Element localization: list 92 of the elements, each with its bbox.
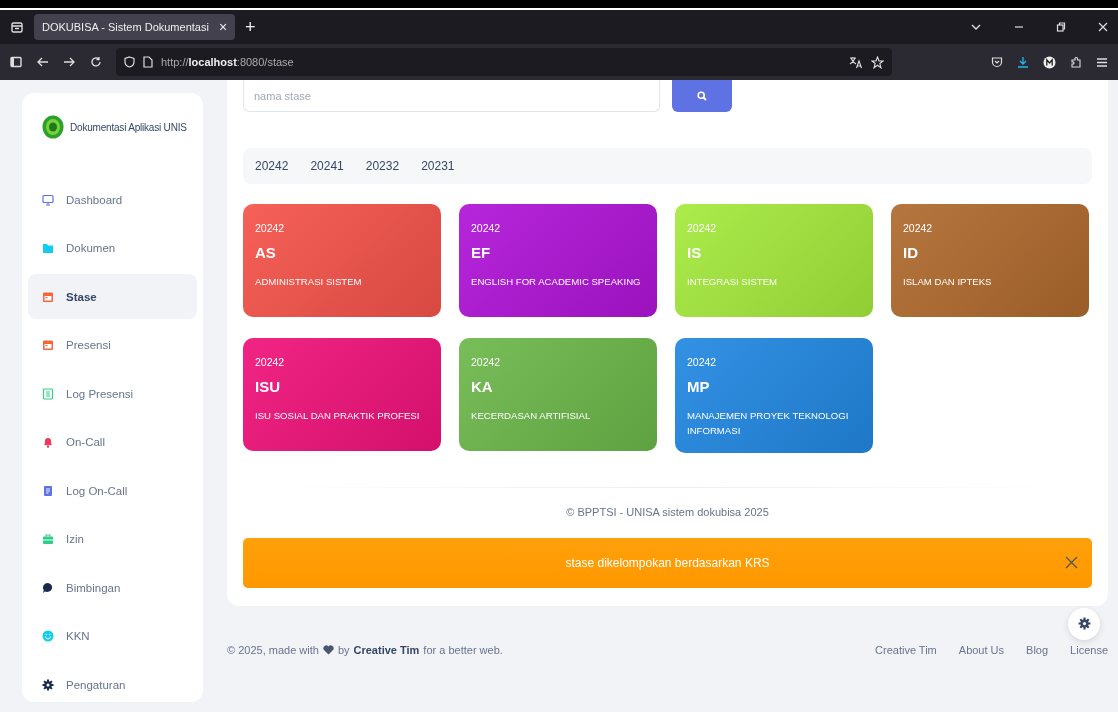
card-code: ID: [903, 244, 919, 261]
sidebar-item[interactable]: On-Call: [28, 419, 197, 465]
card-period: 20242: [255, 356, 286, 368]
logo-icon: [42, 115, 64, 139]
page-icon: [143, 56, 153, 68]
sidebar-item[interactable]: Pengaturan: [28, 662, 197, 702]
sidebar-item[interactable]: KKN: [28, 613, 197, 659]
card-course-name: KECERDASAN ARTIFISIAL: [471, 409, 592, 423]
pocket-icon[interactable]: [991, 56, 1003, 68]
period-tab[interactable]: 20241: [310, 159, 344, 173]
download-icon[interactable]: [1017, 56, 1029, 68]
tab-title: DOKUBISA - Sistem Dokumentasi: [42, 21, 209, 33]
note-icon: [42, 387, 54, 400]
card-code: KA: [471, 378, 494, 395]
translate-icon[interactable]: [849, 55, 863, 69]
alert-message: stase dikelompokan berdasarkan KRS: [565, 555, 770, 570]
calendar-icon: [42, 290, 54, 303]
course-card[interactable]: 20242 KA KECERDASAN ARTIFISIAL: [459, 338, 657, 451]
chat-bubble-icon: [42, 581, 54, 594]
course-card[interactable]: 20242 ISU ISU SOSIAL DAN PRAKTIK PROFESI: [243, 338, 441, 451]
card-course-name: ADMINISTRASI SISTEM: [255, 275, 363, 289]
course-card[interactable]: 20242 ID ISLAM DAN IPTEKS: [891, 204, 1089, 317]
heart-icon: [322, 644, 334, 655]
copyright-text: © BPPTSI - UNISA sistem dokubisa 2025: [565, 505, 770, 518]
footer-link[interactable]: Blog: [1026, 643, 1049, 656]
forward-arrow-icon[interactable]: [63, 56, 76, 68]
card-code: AS: [255, 244, 277, 261]
card-code: IS: [687, 244, 703, 261]
back-arrow-icon[interactable]: [36, 56, 49, 68]
card-period: 20242: [471, 222, 502, 234]
course-card[interactable]: 20242 MP MANAJEMEN PROYEK TEKNOLOGI INFORMASI: [675, 338, 873, 453]
sidebar-item[interactable]: Dashboard: [28, 177, 197, 222]
card-period: 20242: [687, 222, 718, 234]
card-course-name: MANAJEMEN PROYEK TEKNOLOGI INFORMASI: [687, 409, 850, 438]
settings-icon: [1077, 617, 1091, 631]
card-code: MP: [687, 378, 711, 395]
address-bar[interactable]: http://localhost:8080/stase: [116, 48, 892, 76]
sidebar-toggle-icon[interactable]: [10, 56, 22, 68]
sidebar-item[interactable]: Bimbingan: [28, 565, 197, 610]
period-tab[interactable]: 20242: [255, 159, 289, 173]
search-button[interactable]: [672, 80, 732, 112]
tab-close-button[interactable]: ×: [218, 19, 228, 35]
new-tab-button[interactable]: +: [245, 16, 256, 38]
search-icon: [697, 91, 707, 101]
period-tab[interactable]: 20231: [421, 159, 455, 173]
search-field[interactable]: nama stase: [243, 80, 660, 112]
settings-icon: [42, 678, 54, 691]
sidebar-item[interactable]: Log Presensi: [28, 371, 197, 416]
card-course-name: ISU SOSIAL DAN PRAKTIK PROFESI: [255, 409, 421, 423]
monitor-icon: [42, 193, 54, 206]
card-course-name: ENGLISH FOR ACADEMIC SPEAKING: [471, 275, 642, 289]
footer-text: for a better web.: [423, 643, 503, 656]
star-icon[interactable]: [871, 55, 884, 69]
footer-text: © 2025, made with: [227, 643, 319, 656]
card-period: 20242: [903, 222, 934, 234]
sidebar-item[interactable]: Izin: [28, 516, 197, 562]
course-card[interactable]: 20242 AS ADMINISTRASI SISTEM: [243, 204, 441, 317]
sidebar-item[interactable]: Stase: [28, 274, 197, 319]
calendar-icon: [42, 339, 54, 351]
course-card[interactable]: 20242 EF ENGLISH FOR ACADEMIC SPEAKING: [459, 204, 657, 317]
card-code: EF: [471, 244, 492, 261]
url-text: http://localhost:8080/stase: [161, 56, 294, 68]
footer-text: by: [337, 643, 350, 656]
sidebar-item[interactable]: Log On-Call: [28, 468, 197, 513]
sidebar-item[interactable]: Presensi: [28, 322, 197, 368]
bell-icon: [42, 436, 54, 448]
card-period: 20242: [255, 222, 286, 234]
footer-link[interactable]: About Us: [958, 643, 1005, 656]
document-icon: [42, 484, 54, 497]
footer-link[interactable]: License: [1070, 643, 1108, 656]
puzzle-icon[interactable]: [1070, 55, 1082, 69]
menu-icon[interactable]: [1096, 56, 1108, 68]
shield-icon: [124, 56, 135, 68]
reload-icon[interactable]: [90, 56, 102, 68]
card-period: 20242: [687, 356, 718, 368]
card-period: 20242: [471, 356, 502, 368]
author-link[interactable]: Creative Tim: [353, 643, 420, 656]
period-tab[interactable]: 20232: [365, 159, 400, 173]
card-course-name: ISLAM DAN IPTEKS: [903, 275, 993, 289]
account-icon[interactable]: [1043, 55, 1056, 69]
browser-tab[interactable]: DOKUBISA - Sistem Dokumentasi ×: [34, 14, 236, 40]
restore-icon[interactable]: [1056, 22, 1066, 32]
card-code: ISU: [255, 378, 281, 395]
folder-icon: [42, 242, 54, 254]
brand-title: Dokumentasi Aplikasi UNIS: [70, 121, 187, 133]
card-course-name: INTEGRASI SISTEM: [687, 275, 779, 289]
settings-button[interactable]: [1068, 607, 1100, 640]
briefcase-icon: [42, 533, 54, 545]
tab-overview-icon[interactable]: [10, 20, 24, 34]
smiley-icon: [42, 630, 54, 642]
footer-link[interactable]: Creative Tim: [875, 643, 937, 656]
sidebar-item[interactable]: Dokumen: [28, 225, 197, 271]
